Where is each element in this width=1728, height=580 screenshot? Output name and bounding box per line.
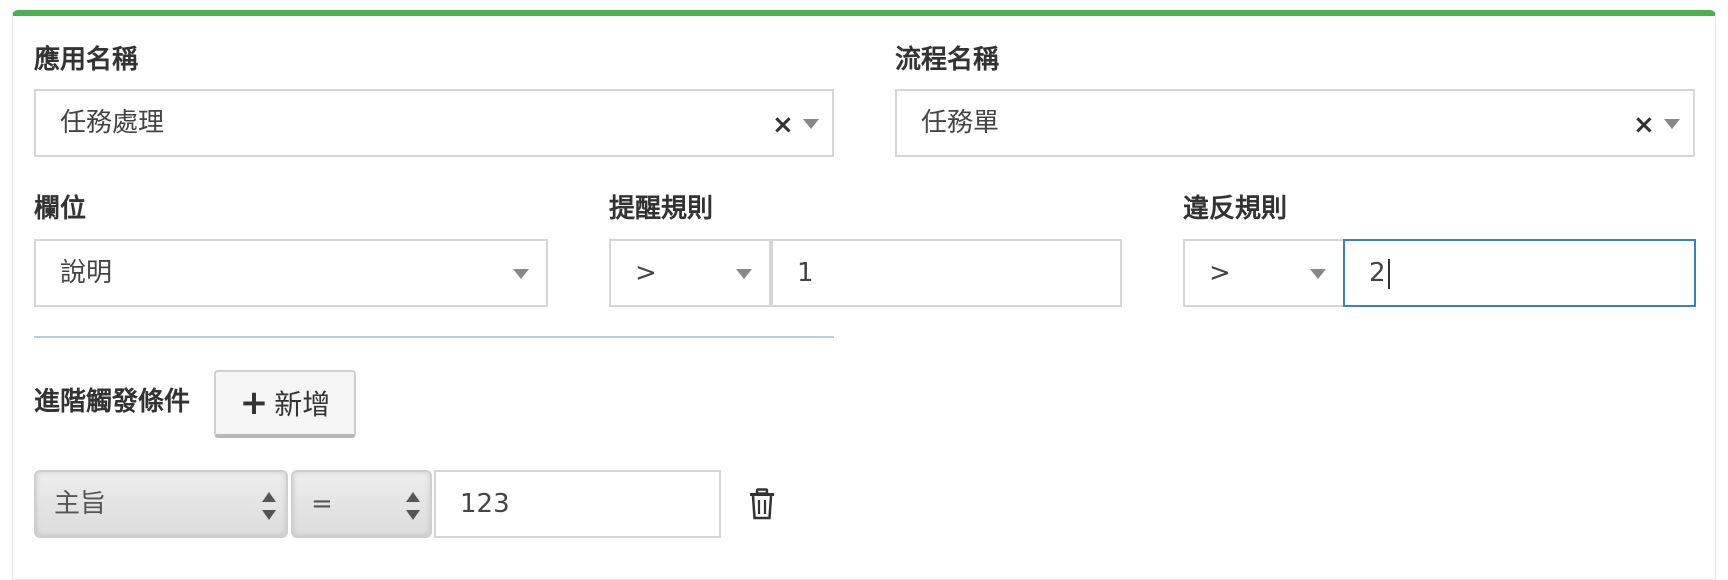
trash-icon[interactable] (748, 488, 776, 520)
updown-icon (262, 492, 276, 520)
condition-field-value: 主旨 (54, 489, 107, 519)
plus-icon: + (239, 383, 269, 423)
remind-value-input[interactable]: 1 (771, 239, 1122, 307)
condition-operator-select[interactable]: = (291, 470, 432, 538)
flow-name-clear-icon[interactable]: × (1633, 112, 1655, 138)
chevron-down-icon[interactable] (803, 119, 819, 129)
condition-value-input[interactable]: 123 (434, 470, 721, 538)
text-cursor (1387, 258, 1390, 289)
violate-operator-select[interactable]: > (1183, 239, 1345, 307)
chevron-down-icon[interactable] (1664, 119, 1680, 129)
flow-name-value: 任務單 (921, 108, 1000, 138)
field-select[interactable]: 說明 (34, 239, 548, 307)
updown-icon (406, 492, 420, 520)
app-name-select[interactable]: 任務處理 × (34, 89, 834, 157)
field-value: 說明 (60, 258, 113, 288)
remind-operator-value: > (635, 258, 657, 288)
chevron-down-icon[interactable] (736, 269, 752, 279)
condition-field-select[interactable]: 主旨 (34, 470, 288, 538)
violate-operator-value: > (1209, 258, 1231, 288)
field-label: 欄位 (34, 194, 87, 224)
app-name-clear-icon[interactable]: × (772, 112, 794, 138)
app-name-value: 任務處理 (60, 108, 165, 138)
flow-name-label: 流程名稱 (895, 45, 1000, 75)
remind-value: 1 (797, 258, 814, 288)
condition-value: 123 (460, 489, 510, 519)
flow-name-select[interactable]: 任務單 × (895, 89, 1695, 157)
advanced-trigger-label: 進階觸發條件 (34, 387, 191, 417)
chevron-down-icon[interactable] (513, 269, 529, 279)
remind-rule-label: 提醒規則 (609, 194, 714, 224)
remind-operator-select[interactable]: > (609, 239, 771, 307)
violate-rule-label: 違反規則 (1183, 194, 1288, 224)
chevron-down-icon[interactable] (1310, 269, 1326, 279)
divider (34, 336, 834, 338)
add-condition-label: 新增 (274, 388, 331, 421)
violate-value: 2 (1369, 241, 1390, 305)
condition-operator-value: = (311, 489, 333, 519)
add-condition-button[interactable]: + 新增 (214, 370, 356, 438)
violate-value-input[interactable]: 2 (1343, 239, 1696, 307)
app-name-label: 應用名稱 (34, 45, 139, 75)
